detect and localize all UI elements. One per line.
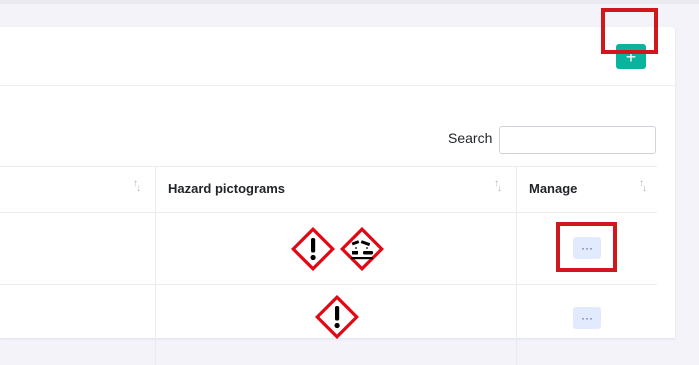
exclamation-mark-pictogram-icon [291, 227, 335, 271]
sort-icon[interactable]: ↑↓ [639, 179, 647, 194]
card-header: + [0, 27, 675, 86]
column-header-hazard-pictograms[interactable]: Hazard pictograms [168, 181, 285, 196]
search-input[interactable] [499, 126, 656, 154]
top-bar [0, 0, 699, 4]
highlight-manage-button [556, 222, 617, 272]
exclamation-mark-pictogram-icon [315, 295, 359, 339]
manage-actions-button[interactable]: ··· [573, 307, 601, 329]
sort-icon[interactable]: ↑↓ [133, 179, 141, 194]
search-label: Search [448, 130, 493, 146]
highlight-add-button [601, 8, 658, 54]
sort-icon[interactable]: ↑↓ [494, 179, 502, 194]
corrosion-pictogram-icon [340, 227, 384, 271]
table-row: ··· [0, 285, 657, 365]
column-header-manage[interactable]: Manage [529, 181, 577, 196]
table-header-row: ↑↓ Hazard pictograms ↑↓ Manage ↑↓ [0, 166, 657, 213]
